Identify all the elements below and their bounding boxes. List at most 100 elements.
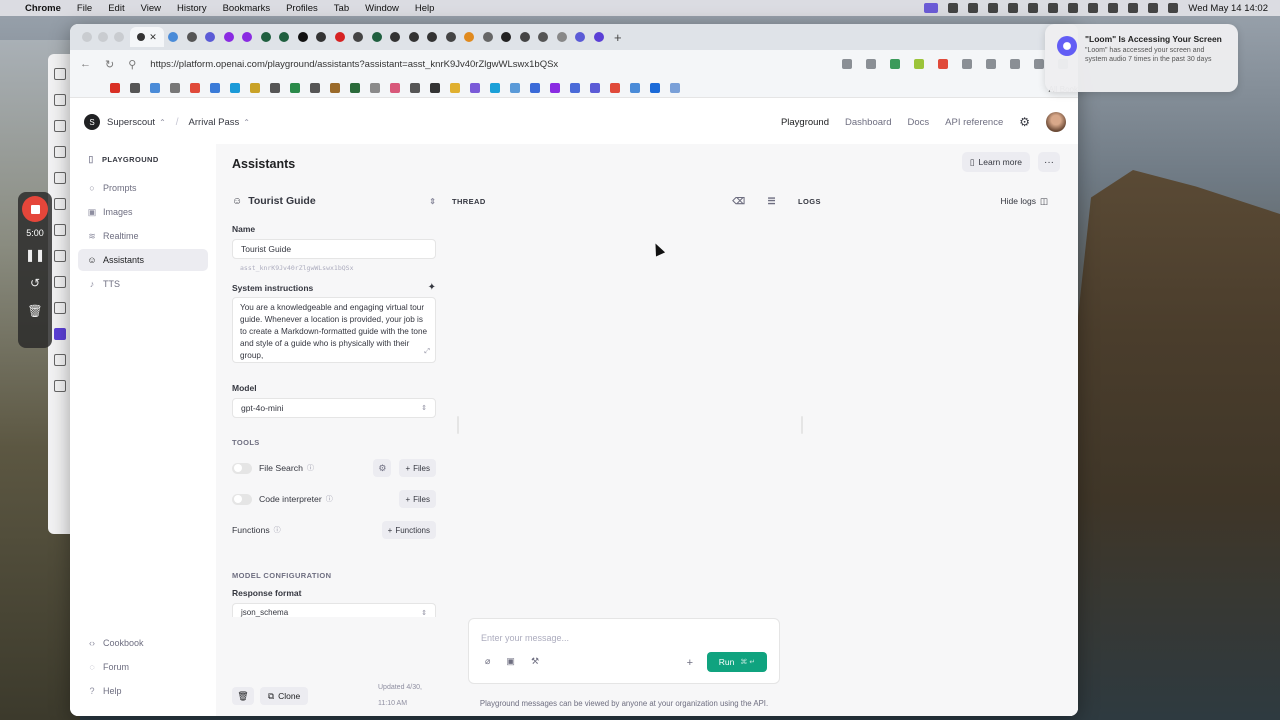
tab[interactable] <box>220 27 239 47</box>
menu-app-name[interactable]: Chrome <box>25 3 61 14</box>
bookmark-icon[interactable] <box>390 82 400 93</box>
avatar[interactable] <box>1046 112 1066 132</box>
sidebar-item-forum[interactable]: ◌ Forum <box>78 656 208 678</box>
new-tab-button[interactable]: + <box>614 30 622 45</box>
pause-icon[interactable]: ❚❚ <box>25 248 45 262</box>
sidebar-item-cookbook[interactable]: ‹› Cookbook <box>78 632 208 654</box>
nav-dashboard[interactable]: Dashboard <box>845 117 891 128</box>
loom-notification[interactable]: "Loom" Is Accessing Your Screen "Loom" h… <box>1045 24 1238 92</box>
notion-status-icon[interactable] <box>968 3 979 13</box>
menubar-datetime[interactable]: Wed May 14 14:02 <box>1188 3 1268 14</box>
tab[interactable] <box>571 27 590 47</box>
app-icon[interactable] <box>54 354 66 366</box>
tab[interactable] <box>201 27 220 47</box>
url-field[interactable]: https://platform.openai.com/playground/a… <box>150 59 842 70</box>
bookmark-icon[interactable] <box>610 82 620 93</box>
bookmark-icon[interactable] <box>310 82 320 93</box>
app-icon-selected[interactable] <box>54 328 66 340</box>
bookmark-icon[interactable] <box>570 82 580 93</box>
bookmark-icon[interactable] <box>650 82 660 93</box>
bookmark-icon[interactable] <box>530 82 540 93</box>
database-icon[interactable]: ☰ <box>768 196 776 207</box>
gmail-bookmark-icon[interactable] <box>110 82 120 93</box>
bookmark-icon[interactable] <box>250 82 260 93</box>
project-switcher[interactable]: Arrival Pass ⌃ <box>189 117 250 128</box>
wifi-icon[interactable] <box>1108 3 1119 13</box>
play-status-icon[interactable] <box>1028 3 1039 13</box>
bookmark-icon[interactable] <box>230 82 240 93</box>
app-icon[interactable] <box>54 250 66 262</box>
nav-playground[interactable]: Playground <box>781 117 829 128</box>
tab[interactable] <box>275 27 294 47</box>
bookmark-icon[interactable] <box>470 82 480 93</box>
tab[interactable] <box>386 27 405 47</box>
tools-icon[interactable]: ⚒ <box>531 656 539 667</box>
extension-icon[interactable] <box>986 59 996 69</box>
code-interpreter-toggle[interactable] <box>232 493 252 505</box>
resize-handle[interactable] <box>801 416 803 434</box>
bookmark-icon[interactable] <box>190 82 200 93</box>
loom-status-icon[interactable] <box>924 3 939 13</box>
sidebar-item-images[interactable]: ▣ Images <box>78 201 208 223</box>
extension-icon[interactable] <box>890 59 900 69</box>
bookmark-icon[interactable] <box>270 82 280 93</box>
sidebar-toggle-icon[interactable]: ▯ <box>86 154 96 165</box>
bookmark-icon[interactable] <box>490 82 500 93</box>
sparkle-icon[interactable]: ✦ <box>428 282 436 293</box>
bookmark-icon[interactable] <box>630 82 640 93</box>
assistant-selector[interactable]: ☺ Tourist Guide ⇕ <box>232 184 436 218</box>
tab[interactable] <box>405 27 424 47</box>
reload-icon[interactable]: ↻ <box>105 58 114 71</box>
bookmark-icon[interactable] <box>150 82 160 93</box>
tab[interactable] <box>423 27 442 47</box>
code-interpreter-files-button[interactable]: + Files <box>399 490 436 508</box>
app-icon[interactable] <box>54 94 66 106</box>
response-format-select[interactable]: json_schema ⇕ <box>232 603 436 617</box>
close-window-button[interactable] <box>82 32 92 42</box>
bookmark-icon[interactable] <box>590 82 600 93</box>
tab[interactable] <box>164 27 183 47</box>
sidebar-item-realtime[interactable]: ≋ Realtime <box>78 225 208 247</box>
nav-docs[interactable]: Docs <box>907 117 929 128</box>
tab[interactable] <box>516 27 535 47</box>
control-center-icon[interactable] <box>1168 3 1179 13</box>
paperclip-icon[interactable]: ⌀ <box>485 656 490 667</box>
tab[interactable] <box>312 27 331 47</box>
tab[interactable] <box>553 27 572 47</box>
restart-icon[interactable]: ↺ <box>30 276 40 290</box>
file-search-toggle[interactable] <box>232 462 252 474</box>
bookmark-icon[interactable] <box>430 82 440 93</box>
learn-more-button[interactable]: ▯ Learn more <box>961 152 1030 172</box>
bookmark-icon[interactable] <box>130 82 140 93</box>
tab[interactable] <box>238 27 257 47</box>
bookmark-icon[interactable] <box>350 82 360 93</box>
run-button[interactable]: Run ⌘ ↵ <box>707 652 767 672</box>
app-icon[interactable] <box>54 68 66 80</box>
site-info-icon[interactable]: ⚲ <box>128 58 136 71</box>
minimize-window-button[interactable] <box>98 32 108 42</box>
battery-icon[interactable] <box>1088 3 1099 13</box>
menu-view[interactable]: View <box>141 3 161 14</box>
sidebar-item-prompts[interactable]: ○ Prompts <box>78 177 208 199</box>
model-select[interactable]: gpt-4o-mini ⇕ <box>232 398 436 418</box>
tab[interactable] <box>479 27 498 47</box>
tab[interactable] <box>442 27 461 47</box>
app-icon[interactable] <box>54 172 66 184</box>
menu-bookmarks[interactable]: Bookmarks <box>223 3 271 14</box>
settings-status-icon[interactable] <box>948 3 959 13</box>
extension-icon[interactable] <box>938 59 948 69</box>
moon-status-icon[interactable] <box>1048 3 1059 13</box>
menu-edit[interactable]: Edit <box>108 3 124 14</box>
app-icon[interactable] <box>54 198 66 210</box>
add-message-icon[interactable]: + <box>687 657 693 669</box>
tab[interactable] <box>349 27 368 47</box>
delete-assistant-button[interactable]: 🗑 <box>232 687 254 705</box>
clone-button[interactable]: ⧉ Clone <box>260 687 309 705</box>
app-icon[interactable] <box>54 302 66 314</box>
bookmark-icon[interactable] <box>510 82 520 93</box>
sidebar-item-help[interactable]: ? Help <box>78 680 208 702</box>
app-icon[interactable] <box>54 276 66 288</box>
close-tab-icon[interactable]: ✕ <box>149 32 157 43</box>
sidebar-item-assistants[interactable]: ☺ Assistants <box>78 249 208 271</box>
nav-api-reference[interactable]: API reference <box>945 117 1003 128</box>
